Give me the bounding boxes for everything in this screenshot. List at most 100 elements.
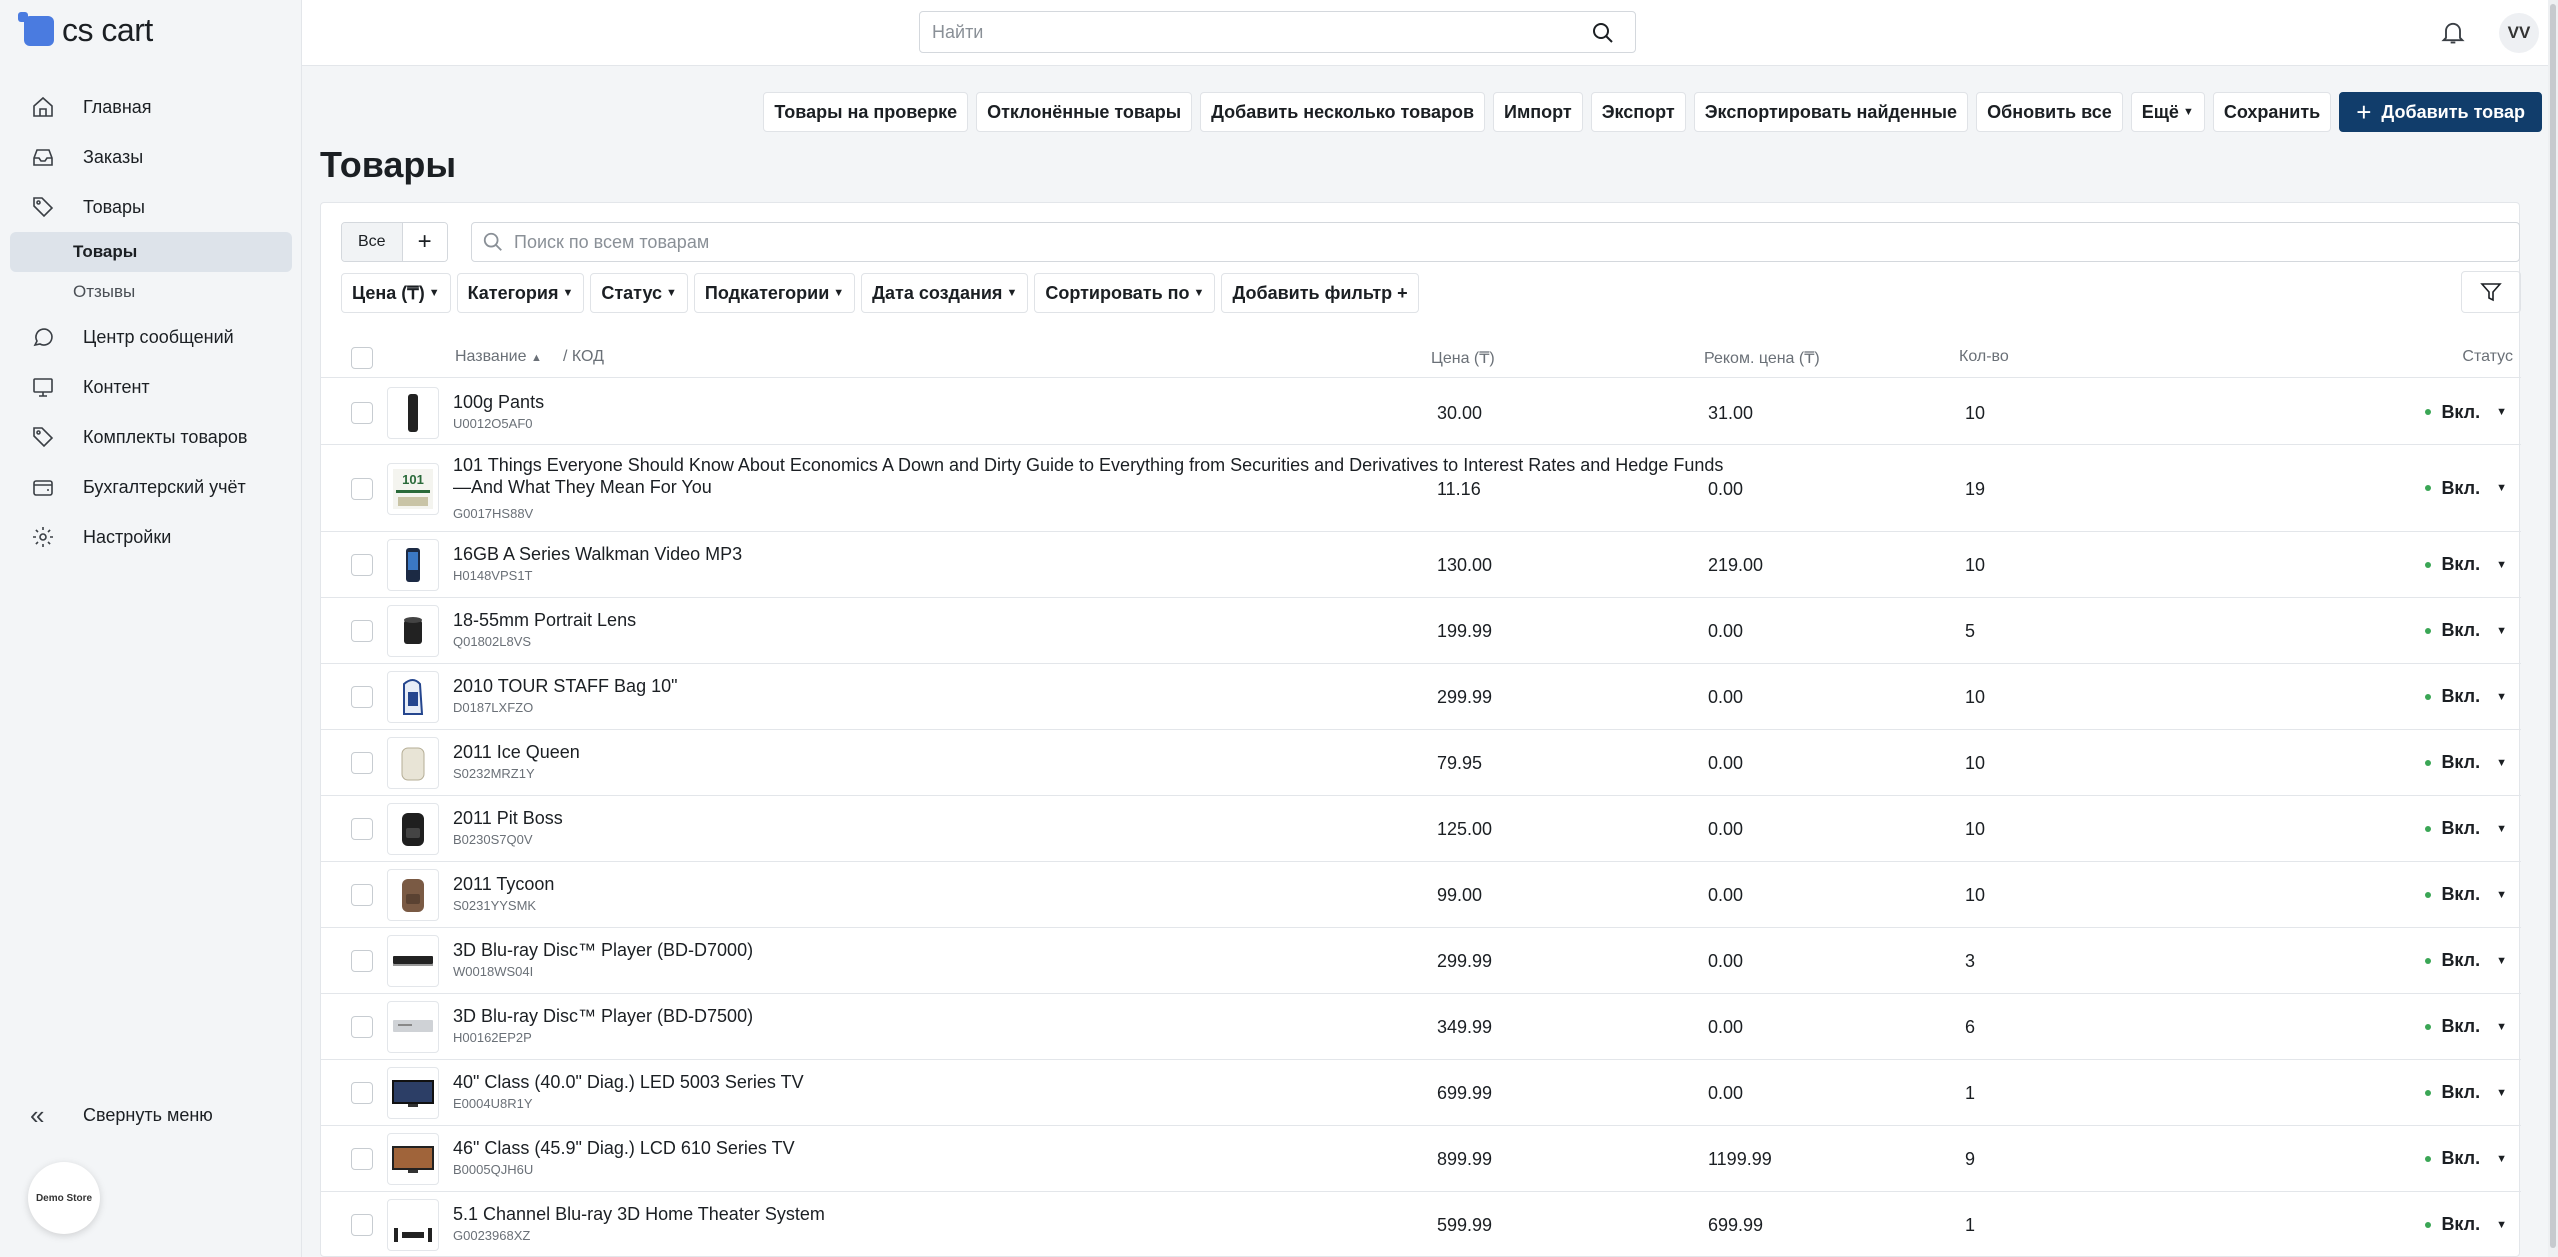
table-row[interactable]: 40" Class (40.0" Diag.) LED 5003 Series … [321,1060,2521,1126]
row-checkbox[interactable] [351,620,373,642]
product-name[interactable]: 16GB A Series Walkman Video MP3 [453,543,1733,565]
status-dropdown[interactable]: Вкл. ▼ [2425,884,2507,905]
product-price[interactable]: 125.00 [1437,819,1492,840]
table-row[interactable]: 2011 Pit Boss B0230S7Q0V 125.00 0.00 10 Вкл. ▼ [321,796,2521,862]
product-thumbnail[interactable] [387,803,439,855]
product-qty[interactable]: 10 [1965,687,1985,708]
product-thumbnail[interactable] [387,737,439,789]
product-price[interactable]: 99.00 [1437,885,1482,906]
row-checkbox[interactable] [351,1214,373,1236]
tab-all[interactable]: Все [342,223,403,261]
product-rec-price[interactable]: 699.99 [1708,1215,1763,1236]
product-name[interactable]: 40" Class (40.0" Diag.) LED 5003 Series … [453,1071,1733,1093]
logo[interactable]: cs cart [18,11,153,49]
row-checkbox[interactable] [351,1016,373,1038]
product-qty[interactable]: 10 [1965,403,1985,424]
avatar[interactable]: VV [2499,13,2539,53]
product-qty[interactable]: 10 [1965,885,1985,906]
product-thumbnail[interactable] [387,671,439,723]
bulk-add-products-button[interactable]: Добавить несколько товаров [1200,92,1486,132]
product-price[interactable]: 30.00 [1437,403,1482,424]
sidebar-subitem-products[interactable]: Товары [10,232,292,272]
table-row[interactable]: 2010 TOUR STAFF Bag 10" D0187LXFZO 299.99 0… [321,664,2521,730]
product-rec-price[interactable]: 0.00 [1708,819,1743,840]
product-price[interactable]: 599.99 [1437,1215,1492,1236]
sidebar-item-settings[interactable]: Настройки [10,512,292,562]
product-qty[interactable]: 1 [1965,1215,1975,1236]
table-row[interactable]: 2011 Tycoon S0231YYSMK 99.00 0.00 10 Вкл. ▼ [321,862,2521,928]
table-row[interactable]: 16GB A Series Walkman Video MP3 H0148VPS1… [321,532,2521,598]
filter-sort-by[interactable]: Сортировать по ▼ [1034,273,1216,313]
sidebar-item-content[interactable]: Контент [10,362,292,412]
collapse-menu-button[interactable]: « Свернуть меню [30,1100,213,1131]
product-rec-price[interactable]: 31.00 [1708,403,1753,424]
product-name[interactable]: 46" Class (45.9" Diag.) LCD 610 Series T… [453,1137,1733,1159]
filter-subcategories[interactable]: Подкатегории ▼ [693,273,856,313]
status-dropdown[interactable]: Вкл. ▼ [2425,478,2507,499]
product-thumbnail[interactable] [387,1199,439,1251]
header-rec-price[interactable]: Реком. цена (₸) [1704,348,1820,368]
header-code[interactable]: / КОД [563,348,604,366]
scrollbar[interactable] [2548,0,2558,1257]
import-button[interactable]: Импорт [1493,92,1583,132]
sidebar-item-orders[interactable]: Заказы [10,132,292,182]
product-price[interactable]: 130.00 [1437,555,1492,576]
header-status[interactable]: Статус [2462,348,2513,366]
row-checkbox[interactable] [351,554,373,576]
product-name[interactable]: 5.1 Channel Blu-ray 3D Home Theater Syst… [453,1203,1733,1225]
sidebar-subitem-reviews[interactable]: Отзывы [10,272,292,312]
sidebar-item-products[interactable]: Товары [10,182,292,232]
export-button[interactable]: Экспорт [1590,92,1686,132]
product-name[interactable]: 2011 Pit Boss [453,807,1733,829]
filter-status[interactable]: Статус ▼ [590,273,688,313]
product-rec-price[interactable]: 1199.99 [1708,1149,1772,1170]
product-thumbnail[interactable] [387,605,439,657]
global-search-input[interactable] [932,21,1572,43]
add-filter-button[interactable]: Добавить фильтр + [1221,273,1419,313]
product-price[interactable]: 11.16 [1437,479,1481,500]
filter-icon[interactable] [2461,271,2521,313]
status-dropdown[interactable]: Вкл. ▼ [2425,620,2507,641]
search-icon[interactable] [1591,21,1615,45]
product-thumbnail[interactable] [387,539,439,591]
products-on-review-button[interactable]: Товары на проверке [763,92,969,132]
row-checkbox[interactable] [351,477,373,500]
product-thumbnail[interactable] [387,869,439,921]
product-name[interactable]: 100g Pants [453,391,1733,413]
product-price[interactable]: 299.99 [1437,951,1492,972]
status-dropdown[interactable]: Вкл. ▼ [2425,752,2507,773]
row-checkbox[interactable] [351,818,373,840]
add-tab-button[interactable]: + [402,223,447,261]
table-row[interactable]: 18-55mm Portrait Lens Q01802L8VS 199.99 0.0… [321,598,2521,664]
product-thumbnail[interactable] [387,935,439,987]
status-dropdown[interactable]: Вкл. ▼ [2425,1016,2507,1037]
product-price[interactable]: 699.99 [1437,1083,1492,1104]
product-thumbnail[interactable]: 101 [387,462,439,515]
product-rec-price[interactable]: 0.00 [1708,479,1743,500]
status-dropdown[interactable]: Вкл. ▼ [2425,1082,2507,1103]
sidebar-item-messages[interactable]: Центр сообщений [10,312,292,362]
status-dropdown[interactable]: Вкл. ▼ [2425,1148,2507,1169]
more-dropdown-button[interactable]: Ещё ▼ [2130,92,2205,132]
product-price[interactable]: 349.99 [1437,1017,1492,1038]
status-dropdown[interactable]: Вкл. ▼ [2425,950,2507,971]
row-checkbox[interactable] [351,884,373,906]
filter-created-date[interactable]: Дата создания ▼ [861,273,1029,313]
rejected-products-button[interactable]: Отклонённые товары [976,92,1193,132]
header-qty[interactable]: Кол-во [1959,348,2009,366]
product-rec-price[interactable]: 0.00 [1708,687,1743,708]
update-all-button[interactable]: Обновить все [1976,92,2123,132]
sidebar-item-bundles[interactable]: Комплекты товаров [10,412,292,462]
product-search-input[interactable] [514,231,2414,253]
store-badge[interactable]: Demo Store [28,1162,100,1234]
product-qty[interactable]: 10 [1965,819,1985,840]
filter-price[interactable]: Цена (₸) ▼ [341,273,451,313]
table-row[interactable]: 3D Blu-ray Disc™ Player (BD-D7000) W0018W… [321,928,2521,994]
table-row[interactable]: 101 101 Things Everyone Should Know About… [321,445,2521,532]
status-dropdown[interactable]: Вкл. ▼ [2425,402,2507,423]
bell-icon[interactable] [2439,18,2467,46]
product-rec-price[interactable]: 0.00 [1708,753,1743,774]
product-thumbnail[interactable] [387,386,439,439]
product-thumbnail[interactable] [387,1067,439,1119]
header-price[interactable]: Цена (₸) [1431,348,1495,368]
